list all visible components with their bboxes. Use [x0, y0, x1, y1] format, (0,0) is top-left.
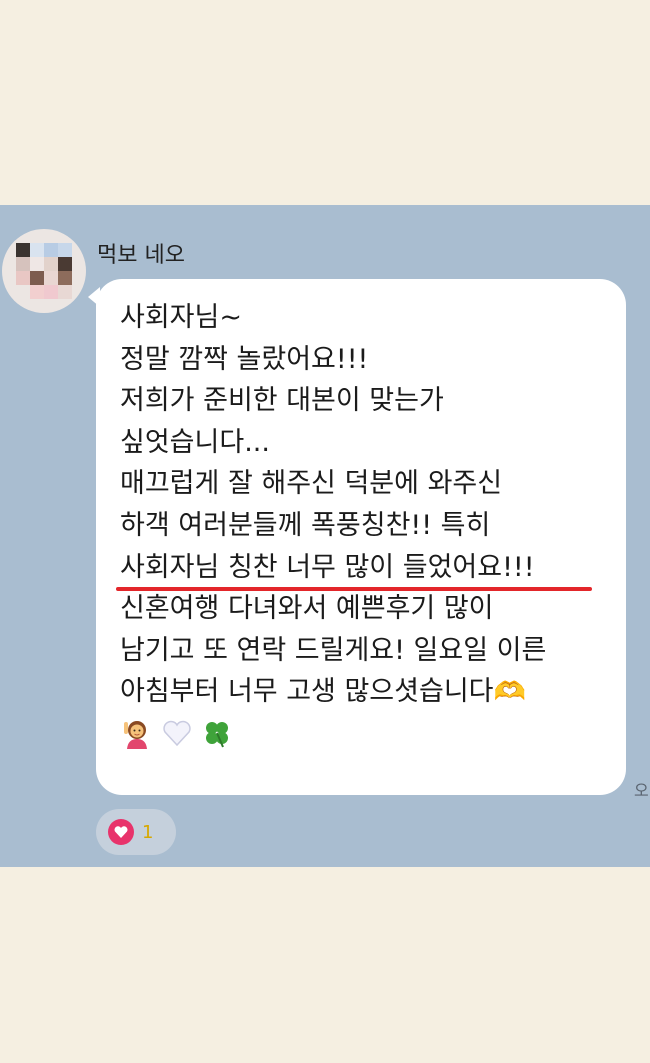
message-line: 저희가 준비한 대본이 맞는가 — [120, 385, 444, 417]
white-heart-icon — [163, 720, 191, 746]
heart-icon — [108, 819, 134, 845]
message-line-text: 사회자님 칭찬 너무 많이 들었어요!!! — [120, 551, 535, 583]
message-line: 신혼여행 다녀와서 예쁜후기 많이 — [120, 593, 494, 625]
message-line: 매끄럽게 잘 해주신 덕분에 와주신 — [120, 468, 503, 500]
message-line-with-emoji: 아침부터 너무 고생 많으셧습니다🫶 — [120, 671, 626, 713]
sender-name: 먹보 네오 — [97, 243, 185, 268]
heart-hands-icon: 🫶 — [493, 677, 526, 708]
reaction-count: 1 — [142, 821, 154, 843]
highlighted-line: 사회자님 칭찬 너무 많이 들었어요!!! — [116, 547, 626, 591]
message-line: 정말 깜짝 놀랐어요!!! — [120, 343, 369, 375]
message-line: 싶엇습니다... — [120, 426, 270, 458]
message-line: 남기고 또 연락 드릴게요! 일요일 이른 — [120, 634, 547, 666]
message-line: 하객 여러분들께 폭풍칭찬!! 특히 — [120, 509, 491, 541]
four-leaf-clover-icon — [206, 721, 228, 748]
girl-raising-hand-icon — [124, 720, 147, 749]
message-line: 사회자님~ — [120, 302, 242, 333]
emoji-row — [120, 716, 626, 750]
message-line-text: 아침부터 너무 고생 많으셧습니다 — [120, 676, 494, 708]
reaction-badge[interactable]: 1 — [96, 809, 176, 855]
message-bubble[interactable]: 사회자님~ 정말 깜짝 놀랐어요!!! 저희가 준비한 대본이 맞는가 싶엇습니… — [88, 279, 626, 795]
message-time: 오 — [634, 781, 649, 800]
avatar[interactable] — [2, 229, 86, 313]
chat-area: 먹보 네오 사회자님~ 정말 깜짝 놀랐어요!!! 저희가 준비한 대본이 맞는… — [0, 205, 650, 867]
